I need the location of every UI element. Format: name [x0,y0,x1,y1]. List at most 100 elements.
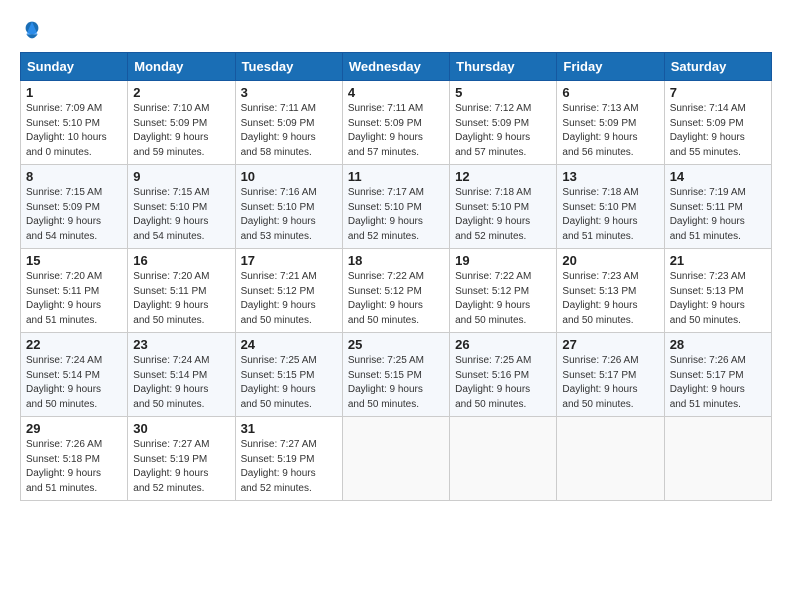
logo-icon [20,20,44,44]
day-info: Sunrise: 7:11 AM Sunset: 5:09 PM Dayligh… [241,102,337,160]
day-info: Sunrise: 7:09 AM Sunset: 5:10 PM Dayligh… [26,102,122,160]
header-thursday: Thursday [450,53,557,81]
day-info: Sunrise: 7:11 AM Sunset: 5:09 PM Dayligh… [348,102,444,160]
calendar-cell: 18 Sunrise: 7:22 AM Sunset: 5:12 PM Dayl… [342,249,449,333]
day-number: 24 [241,337,337,352]
day-number: 29 [26,421,122,436]
day-number: 4 [348,85,444,100]
day-number: 19 [455,253,551,268]
day-number: 18 [348,253,444,268]
calendar-cell: 23 Sunrise: 7:24 AM Sunset: 5:14 PM Dayl… [128,333,235,417]
day-number: 14 [670,169,766,184]
day-number: 2 [133,85,229,100]
calendar-week-5: 29 Sunrise: 7:26 AM Sunset: 5:18 PM Dayl… [21,417,772,501]
day-number: 13 [562,169,658,184]
calendar-cell [664,417,771,501]
day-info: Sunrise: 7:18 AM Sunset: 5:10 PM Dayligh… [562,186,658,244]
header-tuesday: Tuesday [235,53,342,81]
day-number: 15 [26,253,122,268]
day-info: Sunrise: 7:16 AM Sunset: 5:10 PM Dayligh… [241,186,337,244]
day-info: Sunrise: 7:13 AM Sunset: 5:09 PM Dayligh… [562,102,658,160]
calendar-table: SundayMondayTuesdayWednesdayThursdayFrid… [20,52,772,501]
day-number: 25 [348,337,444,352]
day-number: 9 [133,169,229,184]
day-info: Sunrise: 7:26 AM Sunset: 5:18 PM Dayligh… [26,438,122,496]
calendar-cell: 21 Sunrise: 7:23 AM Sunset: 5:13 PM Dayl… [664,249,771,333]
header-friday: Friday [557,53,664,81]
calendar-cell: 13 Sunrise: 7:18 AM Sunset: 5:10 PM Dayl… [557,165,664,249]
day-info: Sunrise: 7:15 AM Sunset: 5:10 PM Dayligh… [133,186,229,244]
calendar-cell: 22 Sunrise: 7:24 AM Sunset: 5:14 PM Dayl… [21,333,128,417]
day-number: 20 [562,253,658,268]
calendar-cell: 24 Sunrise: 7:25 AM Sunset: 5:15 PM Dayl… [235,333,342,417]
day-number: 1 [26,85,122,100]
calendar-cell: 8 Sunrise: 7:15 AM Sunset: 5:09 PM Dayli… [21,165,128,249]
day-number: 28 [670,337,766,352]
day-number: 3 [241,85,337,100]
calendar-cell: 2 Sunrise: 7:10 AM Sunset: 5:09 PM Dayli… [128,81,235,165]
calendar-cell: 5 Sunrise: 7:12 AM Sunset: 5:09 PM Dayli… [450,81,557,165]
calendar-cell: 25 Sunrise: 7:25 AM Sunset: 5:15 PM Dayl… [342,333,449,417]
header-sunday: Sunday [21,53,128,81]
header-monday: Monday [128,53,235,81]
day-info: Sunrise: 7:14 AM Sunset: 5:09 PM Dayligh… [670,102,766,160]
calendar-cell: 28 Sunrise: 7:26 AM Sunset: 5:17 PM Dayl… [664,333,771,417]
day-number: 21 [670,253,766,268]
calendar-cell: 11 Sunrise: 7:17 AM Sunset: 5:10 PM Dayl… [342,165,449,249]
day-number: 27 [562,337,658,352]
day-info: Sunrise: 7:27 AM Sunset: 5:19 PM Dayligh… [241,438,337,496]
calendar-cell: 27 Sunrise: 7:26 AM Sunset: 5:17 PM Dayl… [557,333,664,417]
calendar-cell [557,417,664,501]
day-number: 10 [241,169,337,184]
calendar-week-3: 15 Sunrise: 7:20 AM Sunset: 5:11 PM Dayl… [21,249,772,333]
day-info: Sunrise: 7:12 AM Sunset: 5:09 PM Dayligh… [455,102,551,160]
day-info: Sunrise: 7:26 AM Sunset: 5:17 PM Dayligh… [562,354,658,412]
day-info: Sunrise: 7:26 AM Sunset: 5:17 PM Dayligh… [670,354,766,412]
day-info: Sunrise: 7:22 AM Sunset: 5:12 PM Dayligh… [455,270,551,328]
day-info: Sunrise: 7:23 AM Sunset: 5:13 PM Dayligh… [670,270,766,328]
calendar-cell: 30 Sunrise: 7:27 AM Sunset: 5:19 PM Dayl… [128,417,235,501]
calendar-cell: 20 Sunrise: 7:23 AM Sunset: 5:13 PM Dayl… [557,249,664,333]
day-number: 23 [133,337,229,352]
day-info: Sunrise: 7:15 AM Sunset: 5:09 PM Dayligh… [26,186,122,244]
calendar-cell: 26 Sunrise: 7:25 AM Sunset: 5:16 PM Dayl… [450,333,557,417]
page-header [20,20,772,44]
calendar-cell: 12 Sunrise: 7:18 AM Sunset: 5:10 PM Dayl… [450,165,557,249]
calendar-cell [342,417,449,501]
day-number: 31 [241,421,337,436]
day-number: 5 [455,85,551,100]
day-number: 17 [241,253,337,268]
day-info: Sunrise: 7:22 AM Sunset: 5:12 PM Dayligh… [348,270,444,328]
day-info: Sunrise: 7:10 AM Sunset: 5:09 PM Dayligh… [133,102,229,160]
day-info: Sunrise: 7:18 AM Sunset: 5:10 PM Dayligh… [455,186,551,244]
day-info: Sunrise: 7:25 AM Sunset: 5:16 PM Dayligh… [455,354,551,412]
calendar-cell: 29 Sunrise: 7:26 AM Sunset: 5:18 PM Dayl… [21,417,128,501]
day-number: 26 [455,337,551,352]
header-saturday: Saturday [664,53,771,81]
day-number: 16 [133,253,229,268]
calendar-cell [450,417,557,501]
day-info: Sunrise: 7:17 AM Sunset: 5:10 PM Dayligh… [348,186,444,244]
calendar-cell: 6 Sunrise: 7:13 AM Sunset: 5:09 PM Dayli… [557,81,664,165]
calendar-cell: 19 Sunrise: 7:22 AM Sunset: 5:12 PM Dayl… [450,249,557,333]
header-wednesday: Wednesday [342,53,449,81]
calendar-cell: 9 Sunrise: 7:15 AM Sunset: 5:10 PM Dayli… [128,165,235,249]
calendar-cell: 10 Sunrise: 7:16 AM Sunset: 5:10 PM Dayl… [235,165,342,249]
calendar-cell: 31 Sunrise: 7:27 AM Sunset: 5:19 PM Dayl… [235,417,342,501]
header-row: SundayMondayTuesdayWednesdayThursdayFrid… [21,53,772,81]
calendar-week-1: 1 Sunrise: 7:09 AM Sunset: 5:10 PM Dayli… [21,81,772,165]
day-info: Sunrise: 7:19 AM Sunset: 5:11 PM Dayligh… [670,186,766,244]
day-number: 12 [455,169,551,184]
calendar-cell: 16 Sunrise: 7:20 AM Sunset: 5:11 PM Dayl… [128,249,235,333]
calendar-cell: 14 Sunrise: 7:19 AM Sunset: 5:11 PM Dayl… [664,165,771,249]
calendar-cell: 7 Sunrise: 7:14 AM Sunset: 5:09 PM Dayli… [664,81,771,165]
day-info: Sunrise: 7:27 AM Sunset: 5:19 PM Dayligh… [133,438,229,496]
day-info: Sunrise: 7:20 AM Sunset: 5:11 PM Dayligh… [26,270,122,328]
day-info: Sunrise: 7:25 AM Sunset: 5:15 PM Dayligh… [241,354,337,412]
day-number: 8 [26,169,122,184]
calendar-week-2: 8 Sunrise: 7:15 AM Sunset: 5:09 PM Dayli… [21,165,772,249]
day-info: Sunrise: 7:21 AM Sunset: 5:12 PM Dayligh… [241,270,337,328]
day-info: Sunrise: 7:20 AM Sunset: 5:11 PM Dayligh… [133,270,229,328]
day-info: Sunrise: 7:25 AM Sunset: 5:15 PM Dayligh… [348,354,444,412]
day-number: 6 [562,85,658,100]
